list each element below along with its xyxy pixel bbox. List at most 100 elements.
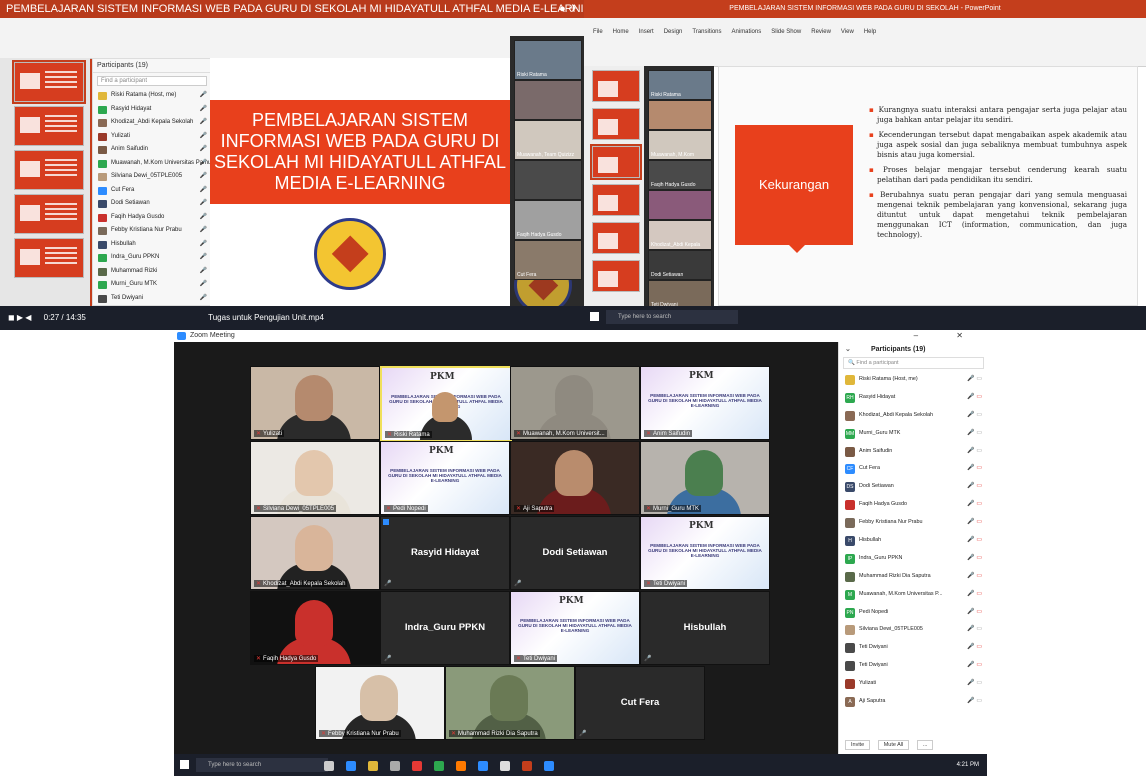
participant-row[interactable]: Yulizati 🎤 bbox=[93, 130, 211, 144]
mic-muted-icon[interactable]: 🎤 ▭ bbox=[967, 657, 982, 675]
mic-muted-icon[interactable]: 🎤 ▭ bbox=[967, 478, 982, 496]
ribbon-tab[interactable]: Insert bbox=[634, 27, 659, 37]
mic-muted-icon[interactable]: 🎤 bbox=[200, 116, 207, 130]
participant-row[interactable]: Anim Saifudin 🎤 ▭ bbox=[839, 443, 987, 461]
video-tile[interactable]: ✕ Muawanah, M.Kom Universit... bbox=[510, 366, 640, 440]
mic-muted-icon[interactable]: 🎤 bbox=[200, 103, 207, 117]
participant-row[interactable]: Silviana Dewi_05TPLE005 🎤 ▭ bbox=[839, 621, 987, 639]
invite-button[interactable]: Invite bbox=[845, 740, 871, 750]
video-tile[interactable]: ✕ Faqih Hadya Gusdo bbox=[250, 591, 380, 665]
video-tile[interactable]: Cut Fera 🎤 bbox=[575, 666, 705, 740]
ribbon-tab[interactable]: Transitions bbox=[687, 27, 726, 37]
more-button[interactable]: ... bbox=[916, 740, 934, 750]
mic-muted-icon[interactable]: 🎤 bbox=[200, 278, 207, 292]
ribbon-tab[interactable]: Review bbox=[806, 27, 836, 37]
participant-row[interactable]: Cut Fera 🎤 bbox=[93, 184, 211, 198]
mic-icon[interactable]: 🎤 ▭ bbox=[967, 693, 982, 711]
participants-search-input[interactable]: 🔍 Find a participant bbox=[843, 357, 984, 369]
participant-row[interactable]: Rasyid Hidayat 🎤 bbox=[93, 103, 211, 117]
mic-muted-icon[interactable]: 🎤 bbox=[200, 89, 207, 103]
mic-muted-icon[interactable]: 🎤 ▭ bbox=[967, 550, 982, 568]
participant-row[interactable]: Faqih Hadya Gusdo 🎤 bbox=[93, 211, 211, 225]
participant-row[interactable]: PN Pedi Nopedi 🎤 ▭ bbox=[839, 604, 987, 622]
video-tile[interactable]: ✕ Khodizat_Abdi Kepala Sekolah bbox=[250, 516, 380, 590]
slide-thumbnail[interactable] bbox=[592, 108, 640, 140]
video-tile[interactable]: PKMPEMBELAJARAN SISTEM INFORMASI WEB PAD… bbox=[510, 591, 640, 665]
ribbon-tab[interactable]: Help bbox=[859, 27, 881, 37]
mic-muted-icon[interactable]: 🎤 bbox=[200, 292, 207, 306]
mic-muted-icon[interactable]: 🎤 ▭ bbox=[967, 639, 982, 657]
participant-row[interactable]: Muawanah, M.Kom Universitas Pamulang🎤 bbox=[93, 157, 211, 171]
chevron-down-icon[interactable]: ⌄ bbox=[845, 345, 851, 353]
slide-thumbnail[interactable] bbox=[592, 70, 640, 102]
mic-muted-icon[interactable]: 🎤 ▭ bbox=[967, 532, 982, 550]
participant-row[interactable]: Yulizati 🎤 ▭ bbox=[839, 675, 987, 693]
ribbon-tab[interactable]: View bbox=[836, 27, 859, 37]
mic-muted-icon[interactable]: 🎤 bbox=[200, 170, 207, 184]
slide-thumbnails[interactable] bbox=[0, 58, 90, 306]
participants-search[interactable]: Find a participant bbox=[97, 76, 207, 86]
video-tile[interactable]: ✕ Silviana Dewi_05TPLE005 bbox=[250, 441, 380, 515]
video-tile[interactable]: Rasyid Hidayat 🎤 bbox=[380, 516, 510, 590]
participant-row[interactable]: M Muawanah, M.Kom Universitas P... 🎤 ▭ bbox=[839, 586, 987, 604]
taskbar-apps[interactable] bbox=[324, 759, 566, 776]
slide-thumbnail[interactable] bbox=[14, 106, 84, 146]
video-tile[interactable]: Hisbullah 🎤 bbox=[640, 591, 770, 665]
window-controls[interactable]: – ✕ bbox=[914, 330, 981, 342]
slide-thumbnail[interactable] bbox=[14, 194, 84, 234]
mic-icon[interactable]: 🎤 ▭ bbox=[967, 675, 982, 693]
participant-row[interactable]: Teti Dwiyani 🎤 ▭ bbox=[839, 639, 987, 657]
video-tile[interactable]: ✕ Aji Saputra bbox=[510, 441, 640, 515]
participant-row[interactable]: IP Indra_Guru PPKN 🎤 ▭ bbox=[839, 550, 987, 568]
participant-row[interactable]: Indra_Guru PPKN 🎤 bbox=[93, 251, 211, 265]
mic-muted-icon[interactable]: 🎤 ▭ bbox=[967, 586, 982, 604]
ribbon-tab[interactable]: Slide Show bbox=[766, 27, 806, 37]
participant-row[interactable]: CF Cut Fera 🎤 ▭ bbox=[839, 460, 987, 478]
mic-icon[interactable]: 🎤 ▭ bbox=[967, 371, 982, 389]
mic-muted-icon[interactable]: 🎤 bbox=[200, 130, 207, 144]
slide-thumbnail[interactable] bbox=[592, 222, 640, 254]
ribbon-tab[interactable]: Design bbox=[659, 27, 688, 37]
slide-thumbnail[interactable] bbox=[590, 144, 642, 180]
participant-row[interactable]: Riski Ratama (Host, me) 🎤 ▭ bbox=[839, 371, 987, 389]
mic-muted-icon[interactable]: 🎤 bbox=[200, 157, 207, 171]
participant-row[interactable]: Febby Kristiana Nur Prabu 🎤 ▭ bbox=[839, 514, 987, 532]
mic-muted-icon[interactable]: 🎤 ▭ bbox=[967, 514, 982, 532]
video-tile[interactable]: PKMPEMBELAJARAN SISTEM INFORMASI WEB PAD… bbox=[380, 366, 512, 442]
participant-row[interactable]: Febby Kristiana Nur Prabu 🎤 bbox=[93, 224, 211, 238]
participant-row[interactable]: H Hisbullah 🎤 ▭ bbox=[839, 532, 987, 550]
participant-row[interactable]: Muhammad Rizki Dia Saputra 🎤 ▭ bbox=[839, 568, 987, 586]
mic-icon[interactable]: 🎤 ▭ bbox=[967, 425, 982, 443]
video-tile[interactable]: ✕ Yulizati bbox=[250, 366, 380, 440]
taskbar-search[interactable]: Type here to search bbox=[606, 310, 738, 324]
video-tile[interactable]: ✕ Febby Kristiana Nur Prabu bbox=[315, 666, 445, 740]
participant-row[interactable]: Hisbullah 🎤 bbox=[93, 238, 211, 252]
participant-row[interactable]: Silviana Dewi_05TPLE005 🎤 bbox=[93, 170, 211, 184]
share-controls[interactable]: ● ✈ bbox=[559, 0, 578, 18]
video-tile[interactable]: PKMPEMBELAJARAN SISTEM INFORMASI WEB PAD… bbox=[380, 441, 510, 515]
participant-row[interactable]: DS Dodi Setiawan 🎤 ▭ bbox=[839, 478, 987, 496]
mic-muted-icon[interactable]: 🎤 bbox=[200, 197, 207, 211]
ppt-ribbon[interactable]: File Home Insert Design Transitions Animation… bbox=[584, 18, 1146, 67]
video-tile[interactable]: ✕ Muhammad Rizki Dia Saputra bbox=[445, 666, 575, 740]
title-slide[interactable]: PEMBELAJARAN SISTEM INFORMASI WEB PADA G… bbox=[210, 58, 510, 306]
participant-row[interactable]: RH Rasyid Hidayat 🎤 ▭ bbox=[839, 389, 987, 407]
participant-row[interactable]: Faqih Hadya Gusdo 🎤 ▭ bbox=[839, 496, 987, 514]
mic-muted-icon[interactable]: 🎤 bbox=[200, 224, 207, 238]
slide-thumbnail[interactable] bbox=[14, 238, 84, 278]
video-tile[interactable]: PKMPEMBELAJARAN SISTEM INFORMASI WEB PAD… bbox=[640, 516, 770, 590]
mic-muted-icon[interactable]: 🎤 bbox=[200, 184, 207, 198]
participant-row[interactable]: Khodizat_Abdi Kepala Sekolah 🎤 bbox=[93, 116, 211, 130]
ppt-ribbon[interactable] bbox=[0, 18, 584, 59]
mic-muted-icon[interactable]: 🎤 ▭ bbox=[967, 389, 982, 407]
slide-thumbnail[interactable] bbox=[592, 184, 640, 216]
mic-icon[interactable]: 🎤 ▭ bbox=[967, 621, 982, 639]
participant-row[interactable]: Khodizat_Abdi Kepala Sekolah 🎤 ▭ bbox=[839, 407, 987, 425]
mic-muted-icon[interactable]: 🎤 ▭ bbox=[967, 568, 982, 586]
participant-row[interactable]: Teti Dwiyani 🎤 bbox=[93, 292, 211, 306]
mic-muted-icon[interactable]: 🎤 bbox=[200, 265, 207, 279]
mic-muted-icon[interactable]: 🎤 ▭ bbox=[967, 460, 982, 478]
ribbon-tab[interactable]: Home bbox=[608, 27, 634, 37]
video-tile[interactable]: PKMPEMBELAJARAN SISTEM INFORMASI WEB PAD… bbox=[640, 366, 770, 440]
start-icon[interactable] bbox=[590, 312, 599, 321]
